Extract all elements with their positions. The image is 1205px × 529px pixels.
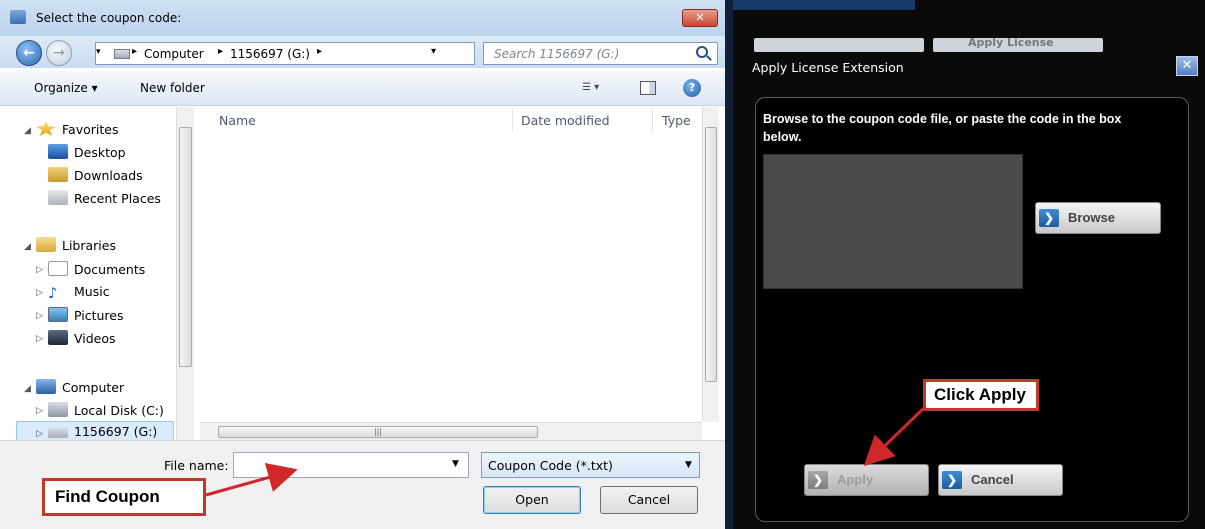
arrow-to-apply xyxy=(863,405,927,467)
annotation-arrows xyxy=(205,405,927,497)
arrow-to-file-name xyxy=(205,463,298,497)
